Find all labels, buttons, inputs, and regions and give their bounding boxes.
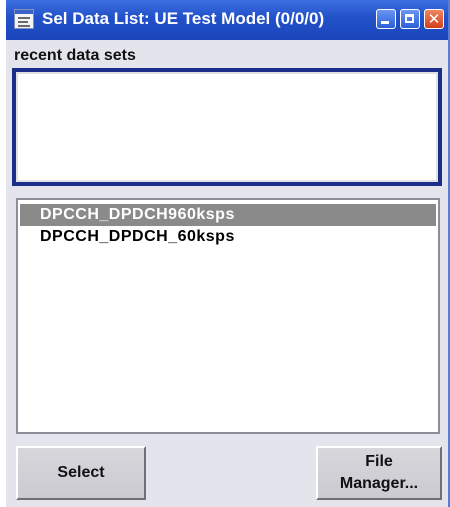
close-icon: ✕ [427, 10, 441, 28]
title-icon-line [18, 25, 30, 27]
title-icon-line [18, 17, 30, 19]
maximize-icon [405, 14, 414, 23]
recent-data-sets-area[interactable] [16, 72, 438, 182]
minimize-icon [381, 21, 389, 24]
title-icon-line [18, 21, 28, 23]
title-icon-bar [15, 10, 33, 14]
recent-data-sets-label: recent data sets [14, 47, 136, 64]
file-manager-label-line2: Manager... [339, 475, 419, 492]
file-manager-label-line1: File [365, 453, 393, 470]
window-title: Sel Data List: UE Test Model (0/0/0) [42, 9, 325, 28]
list-item[interactable]: DPCCH_DPDCH960ksps [20, 204, 436, 226]
maximize-button[interactable] [400, 9, 420, 29]
window-app-icon[interactable] [14, 9, 34, 29]
close-button[interactable]: ✕ [424, 9, 444, 29]
title-bar[interactable]: Sel Data List: UE Test Model (0/0/0) ✕ [6, 0, 448, 40]
select-button[interactable]: Select [16, 446, 146, 500]
data-list[interactable]: DPCCH_DPDCH960ksps DPCCH_DPDCH_60ksps [16, 198, 440, 434]
sel-data-list-dialog: Sel Data List: UE Test Model (0/0/0) ✕ r… [6, 0, 450, 507]
minimize-button[interactable] [376, 9, 396, 29]
recent-data-sets-list[interactable] [12, 68, 442, 186]
file-manager-button[interactable]: File Manager... [316, 446, 442, 500]
list-item[interactable]: DPCCH_DPDCH_60ksps [20, 226, 436, 248]
